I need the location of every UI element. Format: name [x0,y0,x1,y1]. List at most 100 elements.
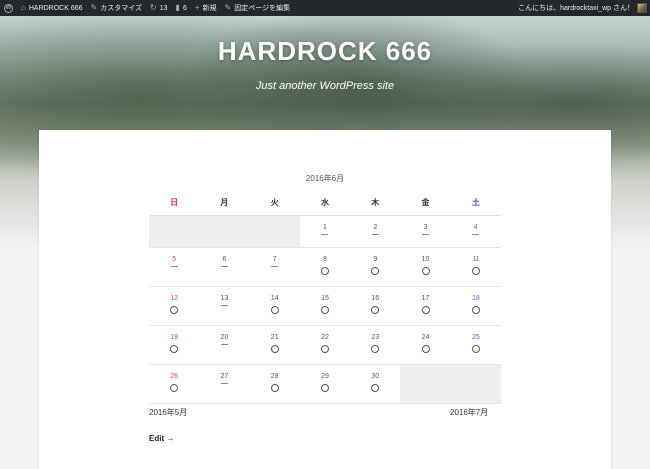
calendar-day-cell[interactable]: 9 [350,247,401,287]
weekday-header: 土 [450,190,501,216]
available-circle-icon[interactable] [270,384,279,392]
updates-menu[interactable]: ↻ 13 [146,0,172,16]
day-number: 13 [220,295,229,302]
day-number: 29 [321,373,329,380]
day-number: 2 [373,224,378,231]
unavailable-dash-icon [472,234,480,235]
weekday-header: 金 [400,190,451,216]
calendar-day-cell[interactable]: 8 [299,247,351,287]
unavailable-dash-icon [321,234,329,235]
calendar-empty-cell [249,215,300,248]
wp-logo-menu[interactable]: W [0,0,17,16]
calendar-week-row: 5 6 7 8 9 10 11 [149,247,501,287]
calendar-day-cell[interactable]: 15 [299,286,351,326]
calendar-day-cell[interactable]: 24 [400,325,451,365]
available-circle-icon[interactable] [320,345,329,353]
calendar-day-cell: 1 [299,215,351,248]
day-number: 1 [323,224,327,231]
day-number: 10 [421,256,430,263]
my-account-menu[interactable]: こんにちは、hardrocktaxi_wp さん！ [514,0,650,16]
available-circle-icon[interactable] [320,267,329,275]
day-number: 23 [371,334,380,341]
calendar-day-cell[interactable]: 23 [350,325,401,365]
weekday-header: 火 [249,190,300,216]
day-number: 21 [270,334,279,341]
calendar-week-row: 26 27 28 29 30 [149,364,501,404]
available-circle-icon[interactable] [471,345,480,353]
brush-icon: ✎ [90,3,98,12]
calendar-table: 日月火水木金土 1 2 3 4 5 6 7 8 9 10 11 12 13 14 15 16 17 18 19 20 2… [149,190,501,404]
day-number: 28 [270,373,279,380]
calendar-day-cell: 20 [199,325,250,365]
calendar-day-cell[interactable]: 21 [249,325,300,365]
calendar-day-cell[interactable]: 17 [400,286,451,326]
day-number: 19 [170,334,179,341]
available-circle-icon[interactable] [421,306,430,314]
next-month-link[interactable]: 2016年7月 [450,407,488,418]
available-circle-icon[interactable] [270,306,279,314]
available-circle-icon[interactable] [371,306,380,314]
calendar-day-cell[interactable]: 26 [149,364,200,404]
day-number: 9 [373,256,378,263]
calendar-day-cell[interactable]: 19 [149,325,200,365]
customize-menu[interactable]: ✎ カスタマイズ [87,0,147,16]
day-number: 27 [220,373,229,380]
day-number: 30 [371,373,380,380]
admin-bar: W ⌂ HARDROCK 666 ✎ カスタマイズ ↻ 13 ▮ 6 + 新規 … [0,0,650,16]
day-number: 12 [170,295,179,302]
calendar-header-row: 日月火水木金土 [149,190,501,216]
available-circle-icon[interactable] [170,384,179,392]
updates-icon: ↻ [150,3,157,12]
unavailable-dash-icon [220,344,228,345]
edit-link[interactable]: Edit → [149,434,174,443]
customize-label: カスタマイズ [100,5,143,12]
calendar-day-cell[interactable]: 11 [450,247,501,287]
prev-month-link[interactable]: 2016年5月 [149,407,187,418]
day-number: 11 [472,256,480,263]
available-circle-icon[interactable] [471,306,480,314]
available-circle-icon[interactable] [371,267,380,275]
available-circle-icon[interactable] [320,384,329,392]
calendar-day-cell[interactable]: 10 [400,247,451,287]
day-number: 8 [323,256,327,263]
edit-page-menu[interactable]: ✎ 固定ページを編集 [221,0,295,16]
calendar-day-cell[interactable]: 29 [299,364,351,404]
available-circle-icon[interactable] [421,267,430,275]
available-circle-icon[interactable] [170,345,179,353]
day-number: 4 [473,224,478,231]
pencil-icon: ✎ [224,3,232,12]
calendar-day-cell[interactable]: 25 [450,325,501,365]
site-tagline: Just another WordPress site [255,80,395,92]
available-circle-icon[interactable] [371,345,380,353]
day-number: 5 [172,256,177,263]
day-number: 3 [423,224,428,231]
available-circle-icon[interactable] [421,345,430,353]
available-circle-icon[interactable] [471,267,480,275]
calendar-day-cell[interactable]: 30 [350,364,401,404]
calendar-day-cell: 6 [199,247,250,287]
available-circle-icon[interactable] [170,306,179,314]
comments-count: 6 [182,4,187,12]
greeting-label: こんにちは、hardrocktaxi_wp さん！ [518,5,634,12]
available-circle-icon[interactable] [320,306,329,314]
calendar-day-cell[interactable]: 28 [249,364,300,404]
calendar-day-cell[interactable]: 18 [450,286,501,326]
new-content-menu[interactable]: + 新規 [191,0,221,16]
day-number: 17 [421,295,430,302]
calendar-body: 1 2 3 4 5 6 7 8 9 10 11 12 13 14 15 16 17 18 19 20 21 22 23 24 2… [149,215,501,404]
comments-menu[interactable]: ▮ 6 [172,0,191,16]
site-name-menu[interactable]: ⌂ HARDROCK 666 [17,0,87,16]
available-circle-icon[interactable] [270,345,279,353]
unavailable-dash-icon [220,305,228,306]
available-circle-icon[interactable] [371,384,380,392]
site-title[interactable]: HARDROCK 666 [0,36,650,67]
calendar-day-cell[interactable]: 16 [350,286,401,326]
new-label: 新規 [202,5,217,12]
day-number: 22 [321,334,329,341]
calendar-day-cell[interactable]: 14 [249,286,300,326]
unavailable-dash-icon [170,266,178,267]
calendar-day-cell[interactable]: 12 [149,286,200,326]
calendar-empty-cell [450,364,501,404]
calendar-day-cell[interactable]: 22 [299,325,351,365]
day-number: 14 [270,295,279,302]
